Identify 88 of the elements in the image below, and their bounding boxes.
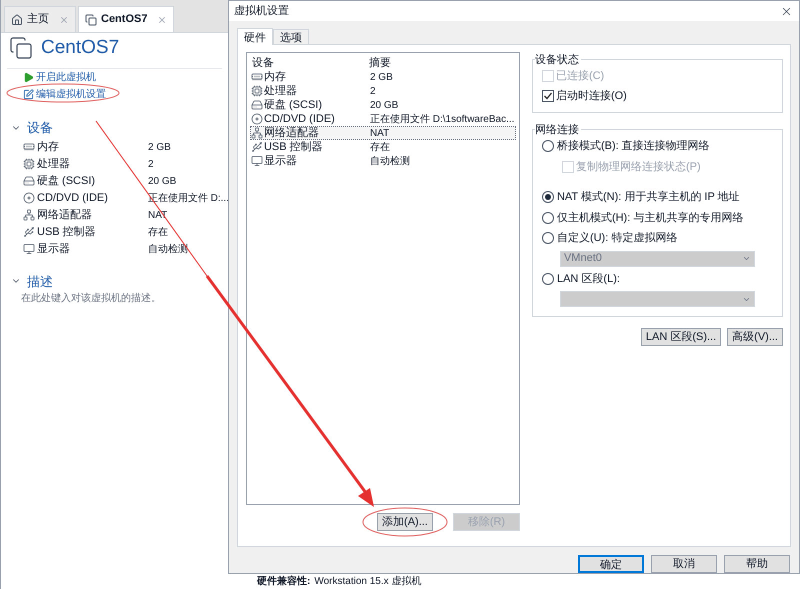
disc-icon [23,192,35,204]
checkbox[interactable] [542,90,554,102]
tab-label: 主页 [27,12,49,28]
tab[interactable]: 主页 [4,6,76,32]
device-value: 存在 [148,226,168,240]
device-name: 硬盘 (SCSI) [264,98,322,113]
section-heading: 描述 [27,272,53,290]
device-summary: 自动检测 [370,154,410,168]
radio-button[interactable] [542,191,554,204]
device-name: 显示器 [264,154,297,169]
tab[interactable]: CentOS7 [78,6,174,32]
device-name: 处理器 [264,84,297,99]
usb-icon [23,226,35,238]
action-link[interactable]: 编辑虚拟机设置 [23,87,106,102]
radio-button[interactable] [542,140,554,152]
network-button[interactable]: 高级(V)... [727,328,783,346]
device-name: USB 控制器 [37,224,96,240]
memory-icon [23,141,35,153]
tab[interactable]: 选项 [273,29,309,44]
dialog-button[interactable]: 取消 [651,555,717,573]
device-value: 20 GB [148,174,176,188]
device-row[interactable]: 内存 2 GB [250,70,516,84]
device-summary: 2 [370,84,376,98]
play-icon [23,72,34,83]
compat-label: 硬件兼容性: [257,576,310,588]
radio-button[interactable] [542,212,554,224]
disc-icon [250,113,263,125]
home-icon [11,14,23,26]
monitor-icon [23,243,35,255]
radio-label: 仅主机模式(H): 与主机共享的专用网络 [556,210,744,226]
edit-icon [23,89,34,100]
dialog-button[interactable]: 帮助 [724,555,790,573]
radio-label: LAN 区段(L): [556,272,620,286]
section-heading: 设备 [27,119,53,137]
device-row[interactable]: 网络适配器 NAT [250,126,516,140]
device-name: 硬盘 (SCSI) [37,174,96,189]
column-header: 设备 [250,56,275,71]
chip-icon [250,85,263,97]
device-row[interactable]: 处理器 2 [250,84,516,98]
dialog-button[interactable]: 确定 [578,555,644,573]
device-summary: 存在 [370,140,390,154]
network-icon [23,209,35,221]
device-name: 内存 [264,70,286,85]
vm-icon [85,14,97,26]
action-link[interactable]: 开启此虚拟机 [23,70,96,85]
tab-label: CentOS7 [101,12,148,28]
device-summary: NAT [370,126,390,140]
checkbox-label: 复制物理网络连接状态(P) [576,160,701,174]
checkbox-label: 已连接(C) [556,68,604,84]
device-name: CD/DVD (IDE) [37,190,108,206]
device-value: 自动检测 [148,242,188,256]
network-button[interactable]: LAN 区段(S)... [640,328,722,346]
radio-label: 桥接模式(B): 直接连接物理网络 [556,138,710,154]
radio-button[interactable] [542,232,554,244]
device-name: 网络适配器 [264,126,319,141]
device-name: 网络适配器 [37,208,92,223]
drive-icon [23,175,35,187]
device-name: 显示器 [37,242,70,257]
tab[interactable]: 硬件 [237,28,273,45]
device-summary: 20 GB [370,98,398,112]
drive-icon [250,99,263,111]
network-icon [250,127,263,139]
radio-label: NAT 模式(N): 用于共享主机的 IP 地址 [556,190,740,205]
memory-icon [250,71,263,83]
checkbox-label: 启动时连接(O) [556,88,627,104]
device-name: USB 控制器 [264,140,323,155]
vm-icon [9,36,33,60]
device-summary: 2 GB [370,70,393,84]
vm-title: CentOS7 [41,36,120,60]
device-name: 处理器 [37,156,70,172]
device-name: 内存 [37,140,59,155]
device-summary: 正在使用文件 D:\1softwareBac... [370,112,514,126]
usb-icon [250,141,263,153]
radio-label: 自定义(U): 特定虚拟网络 [556,230,678,246]
radio-button[interactable] [542,272,554,285]
chip-icon [23,158,35,170]
device-row[interactable]: CD/DVD (IDE) 正在使用文件 D:\1softwareBac... [250,112,516,126]
add-button[interactable]: 添加(A)... [376,513,433,531]
device-row[interactable]: 显示器 自动检测 [250,154,516,168]
device-row[interactable]: 硬盘 (SCSI) 20 GB [250,98,516,112]
column-header: 摘要 [368,56,391,71]
device-name: CD/DVD (IDE) [264,112,335,127]
device-value: 2 GB [148,140,171,154]
monitor-icon [250,155,263,167]
device-row[interactable]: USB 控制器 存在 [250,140,516,154]
device-value: 2 [148,158,154,172]
compat-value: Workstation 15.x 虚拟机 [314,576,422,588]
dialog-title: 虚拟机设置 [234,4,289,19]
